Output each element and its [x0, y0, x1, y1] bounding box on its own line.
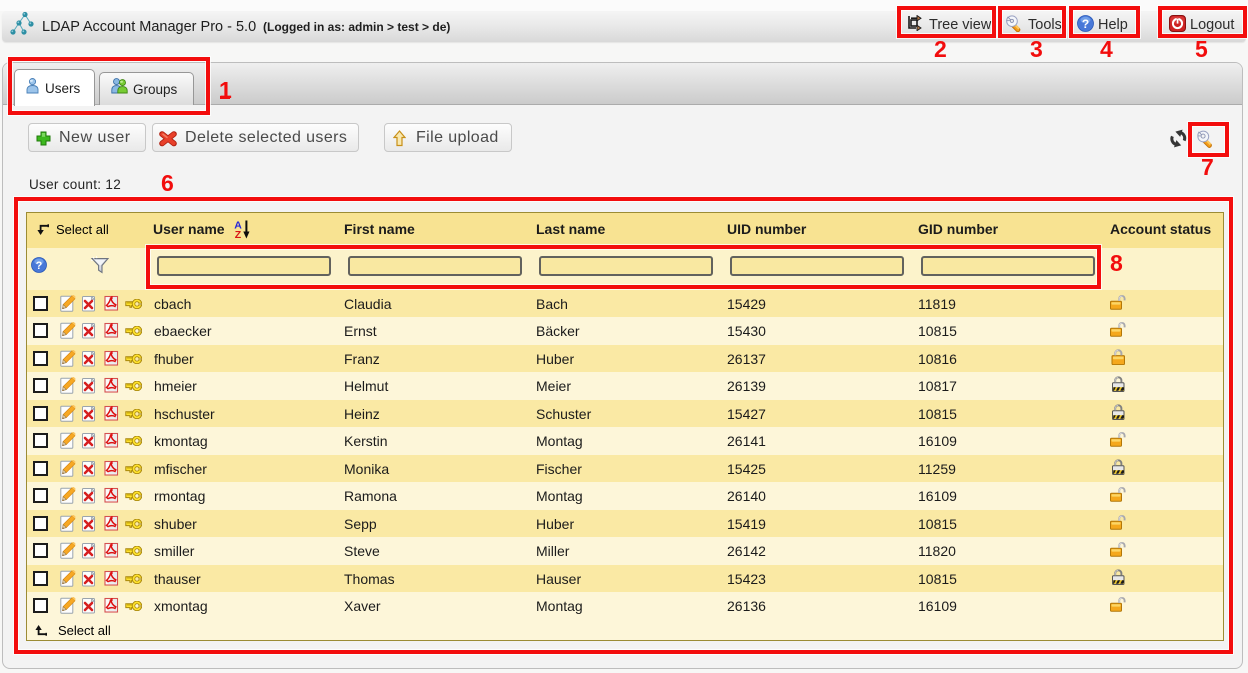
svg-text:?: ? [36, 260, 43, 272]
svg-text:Z: Z [235, 229, 242, 240]
